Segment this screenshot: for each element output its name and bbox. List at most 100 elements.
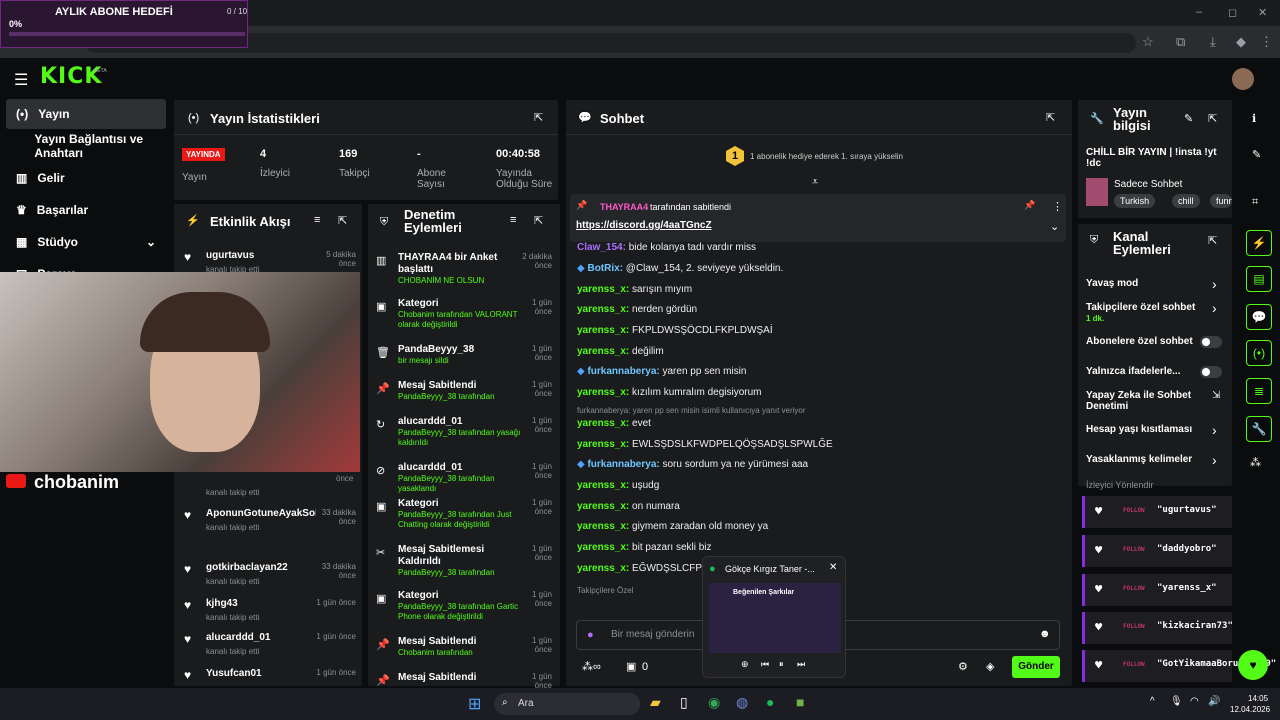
nav-item-stream-key[interactable]: Yayın Bağlantısı ve Anahtarı <box>6 131 178 161</box>
popout-icon[interactable]: ⇱ <box>338 214 347 227</box>
settings-icon[interactable]: ⚙ <box>958 660 968 673</box>
nav-item-studio[interactable]: ▦ Stüdyo ⌄ <box>6 227 166 257</box>
channel-action[interactable]: Takipçilere özel sohbet 1 dk. › <box>1086 300 1226 326</box>
close-icon[interactable]: ✕ <box>829 562 837 573</box>
restore-button[interactable]: ◻ <box>1228 6 1237 19</box>
chat-message[interactable]: yarenss_x: EWLSŞDSLKFWDPELQÖŞSADŞLSPWLĞE <box>577 439 833 450</box>
chat-username[interactable]: yarenss_x: <box>577 284 629 295</box>
bookmark-icon[interactable]: ☆ <box>1142 34 1154 50</box>
file-explorer-icon[interactable]: ▰ <box>650 694 661 711</box>
chat-username[interactable]: Claw_154: <box>577 242 626 253</box>
viewer-entry[interactable]: ♥ FOLLOW "kizkaciran73" <box>1082 612 1233 644</box>
pinned-message[interactable]: 📌 THAYRAA4 tarafından sabitlendi https:/… <box>570 194 1066 242</box>
previous-icon[interactable]: ⏮ <box>761 659 769 670</box>
taskbar-search[interactable]: ⌕ Ara <box>494 693 640 715</box>
activity-user[interactable]: ugurtavus <box>206 250 316 261</box>
rail-activity-icon[interactable]: ▤ <box>1246 266 1272 292</box>
chat-username[interactable]: furkannaberya: <box>587 459 659 470</box>
emoji-icon[interactable]: ☻ <box>1039 628 1051 640</box>
chat-username[interactable]: yarenss_x: <box>577 325 629 336</box>
chat-username[interactable]: BotRix: <box>587 263 623 274</box>
windows-start-icon[interactable]: ⊞ <box>468 694 481 714</box>
chevron-right-icon[interactable]: › <box>1212 300 1217 316</box>
chat-username[interactable]: yarenss_x: <box>577 418 629 429</box>
chat-username[interactable]: furkannaberya: <box>587 366 659 377</box>
chat-username[interactable]: yarenss_x: <box>577 439 629 450</box>
chat-username[interactable]: yarenss_x: <box>577 542 629 553</box>
discord-icon[interactable]: ◍ <box>736 694 748 711</box>
channel-action[interactable]: Hesap yaşı kısıtlaması › <box>1086 422 1226 448</box>
next-icon[interactable]: ⏭ <box>797 659 805 670</box>
nav-item-revenue[interactable]: ▥ Gelir <box>6 163 166 193</box>
activity-user[interactable]: AponunGotuneAyakSokan3 <box>206 508 316 519</box>
rail-layers-icon[interactable]: ≣ <box>1246 378 1272 404</box>
clock-date[interactable]: 12.04.2026 <box>1230 705 1270 714</box>
edit-icon[interactable]: ✎ <box>1184 112 1193 125</box>
popout-icon[interactable]: ⇱ <box>1046 111 1055 124</box>
mic-icon[interactable]: ● <box>587 629 594 641</box>
chevron-right-icon[interactable]: › <box>1212 276 1217 292</box>
rail-broadcast-icon[interactable]: (•) <box>1246 340 1272 366</box>
chat-username[interactable]: yarenss_x: <box>577 387 629 398</box>
channel-action[interactable]: Yapay Zeka ile Sohbet Denetimi ⇲ <box>1086 390 1226 414</box>
chevron-down-icon[interactable]: ⩡ <box>812 176 818 189</box>
activity-user[interactable]: alucarddd_01 <box>206 632 316 643</box>
rail-bolt-icon[interactable]: ⚡ <box>1246 230 1272 256</box>
chat-message[interactable]: yarenss_x: sarışın mıyım <box>577 284 692 295</box>
unpin-icon[interactable]: 📌 <box>1024 200 1035 211</box>
rail-chat-icon[interactable]: 💬 <box>1246 304 1272 330</box>
volume-icon[interactable]: 🔊 <box>1208 696 1220 707</box>
info-icon[interactable]: ℹ <box>1252 112 1256 125</box>
chrome-icon[interactable]: ◉ <box>708 694 720 711</box>
chat-username[interactable]: yarenss_x: <box>577 346 629 357</box>
chevron-right-icon[interactable]: › <box>1212 422 1217 438</box>
emote-icon[interactable]: ◈ <box>986 660 994 673</box>
avatar[interactable] <box>1232 68 1254 90</box>
chat-message[interactable]: Claw_154: bide kolanya tadı vardır miss <box>577 242 756 253</box>
notepad-icon[interactable]: ▯ <box>680 694 688 711</box>
mic-tray-icon[interactable]: 🎙 <box>1170 696 1183 707</box>
clock-time[interactable]: 14:05 <box>1248 694 1268 703</box>
activity-user[interactable]: gotkirbaclayan22 <box>206 562 316 573</box>
chevron-right-icon[interactable]: › <box>1212 452 1217 468</box>
menu-dots-icon[interactable]: ⋮ <box>1260 34 1273 50</box>
more-icon[interactable]: ⁂ <box>1250 456 1261 469</box>
chat-message[interactable]: yarenss_x: kızılım kumralım degisiyorum <box>577 387 762 398</box>
chevron-down-icon[interactable]: ⌄ <box>1050 220 1059 233</box>
toggle-switch[interactable] <box>1200 336 1222 348</box>
chat-username[interactable]: yarenss_x: <box>577 501 629 512</box>
extensions-icon[interactable]: ⧉ <box>1176 34 1185 50</box>
chat-message[interactable]: yarenss_x: uşudg <box>577 480 659 491</box>
activity-user[interactable]: kjhg43 <box>206 598 316 609</box>
edit-icon[interactable]: ✎ <box>1252 148 1261 161</box>
chat-message[interactable]: yarenss_x: evet <box>577 418 651 429</box>
viewer-entry[interactable]: ♥ FOLLOW "ugurtavus" <box>1082 496 1232 528</box>
chat-message[interactable]: ◆ furkannaberya: yaren pp sen misin <box>577 366 746 377</box>
tray-chevron-icon[interactable]: ^ <box>1150 696 1155 707</box>
chat-username[interactable]: yarenss_x: <box>577 480 629 491</box>
chat-message[interactable]: yarenss_x: FKPLDWSŞÖCDLFKPLDWŞAİ <box>577 325 773 336</box>
rail-wrench-icon[interactable]: 🔧 <box>1246 416 1272 442</box>
layout-icon[interactable]: ⌗ <box>1252 196 1258 209</box>
close-window-button[interactable]: ✕ <box>1258 6 1267 19</box>
popout-icon[interactable]: ⇱ <box>1208 234 1217 247</box>
tag[interactable]: Turkish <box>1114 194 1156 208</box>
send-button[interactable]: Gönder <box>1012 656 1060 678</box>
points-icon[interactable]: ⁂∞ <box>582 660 601 673</box>
filter-icon[interactable]: ≡ <box>510 214 516 226</box>
minimize-button[interactable]: – <box>1196 6 1202 18</box>
gift-prompt[interactable]: 1 abonelik hediye ederek 1. sıraya yükse… <box>750 152 903 161</box>
viewer-entry[interactable]: ♥ FOLLOW "yarenss_x" <box>1082 574 1232 606</box>
chat-message[interactable]: ◆ BotRix: @Claw_154, 2. seviyeye yükseld… <box>577 263 783 274</box>
profile-extension-icon[interactable]: ◆ <box>1236 34 1246 50</box>
popout-icon[interactable]: ⇱ <box>534 111 543 124</box>
popout-icon[interactable]: ⇱ <box>1208 112 1217 125</box>
popout-icon[interactable]: ⇱ <box>534 214 543 227</box>
channel-action[interactable]: Yasaklanmış kelimeler › <box>1086 452 1226 478</box>
chat-message[interactable]: yarenss_x: on numara <box>577 501 680 512</box>
viewer-entry[interactable]: ♥ FOLLOW "GotYikamaaBorusu3169" <box>1082 650 1276 682</box>
channel-action[interactable]: Yavaş mod › <box>1086 276 1226 302</box>
download-icon[interactable]: ⤓ <box>1210 34 1216 50</box>
chat-message[interactable]: yarenss_x: bit pazarı sekli biz <box>577 542 712 553</box>
chat-username[interactable]: yarenss_x: <box>577 563 629 574</box>
